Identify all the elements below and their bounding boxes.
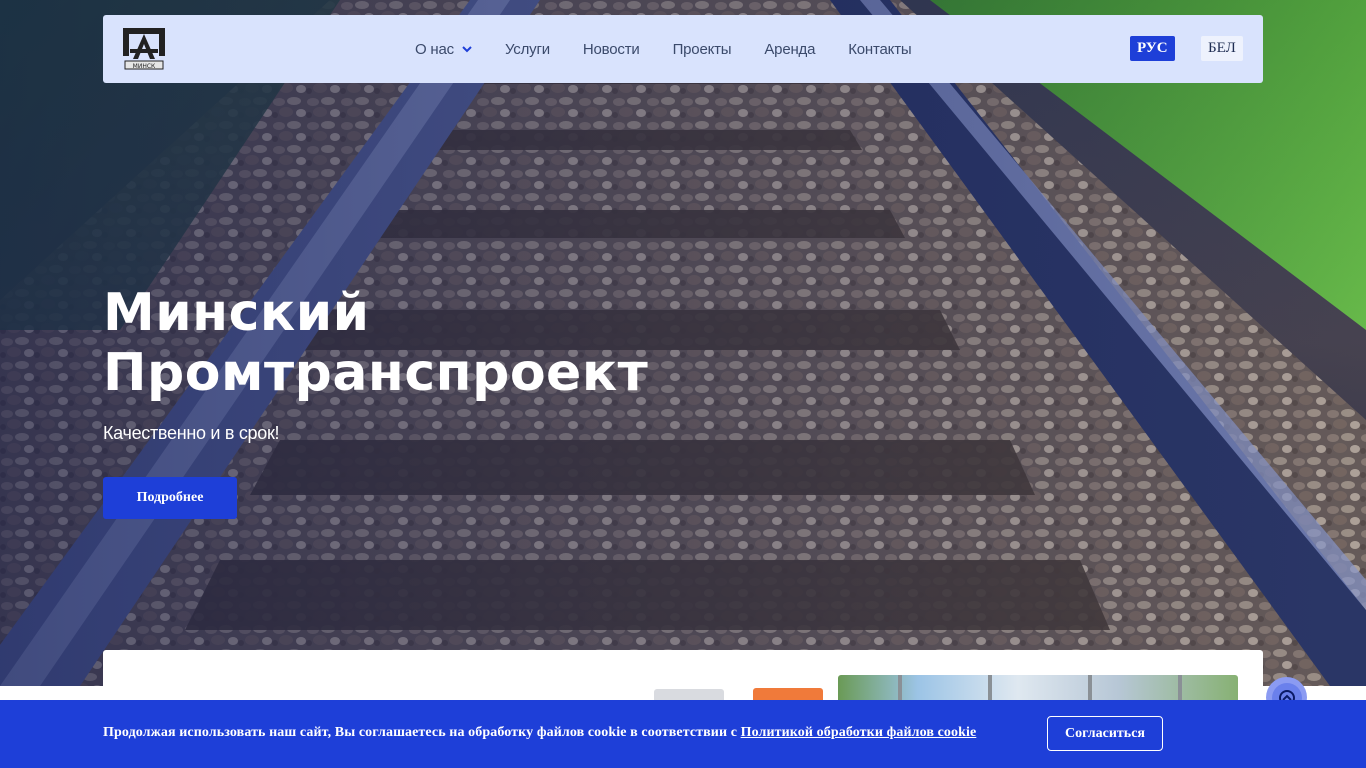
lang-by-button[interactable]: БЕЛ xyxy=(1201,36,1243,61)
nav-item-label: Услуги xyxy=(504,40,550,58)
hero-title-line2: Промтранспроект xyxy=(103,343,649,403)
nav-item-rent[interactable]: Аренда xyxy=(764,41,815,58)
nav-item-label: О нас xyxy=(415,40,454,58)
nav-item-label: Контакты xyxy=(848,40,912,58)
chevron-down-icon xyxy=(462,46,472,53)
nav-item-label: Проекты xyxy=(672,40,732,58)
nav-item-contacts[interactable]: Контакты xyxy=(848,41,911,58)
hero-title-line1: Минский xyxy=(103,283,370,343)
nav-item-about[interactable]: О нас xyxy=(415,41,472,58)
cookie-policy-link[interactable]: Политикой обработки файлов cookie xyxy=(741,725,977,740)
minsk-logo-icon[interactable]: МИНСК xyxy=(121,25,167,73)
nav-item-services[interactable]: Услуги xyxy=(505,41,550,58)
cookie-text: Продолжая использовать наш сайт, Вы согл… xyxy=(103,725,976,741)
hero-title: Минский Промтранспроект xyxy=(103,283,803,403)
nav-item-label: Новости xyxy=(582,40,640,58)
hero-subtitle: Качественно и в срок! xyxy=(103,423,280,443)
cookie-accept-button[interactable]: Согласиться xyxy=(1047,716,1163,751)
nav-item-news[interactable]: Новости xyxy=(583,41,640,58)
more-button[interactable]: Подробнее xyxy=(103,477,237,519)
navbar: МИНСК О нас Услуги Новости Проекты Аренд… xyxy=(103,15,1263,83)
nav-item-projects[interactable]: Проекты xyxy=(673,41,732,58)
cookie-message: Продолжая использовать наш сайт, Вы согл… xyxy=(103,725,741,740)
lang-ru-button[interactable]: РУС xyxy=(1130,36,1175,61)
cookie-banner: Продолжая использовать наш сайт, Вы согл… xyxy=(0,700,1366,768)
main-menu: О нас Услуги Новости Проекты Аренда Конт… xyxy=(415,15,944,83)
nav-item-label: Аренда xyxy=(764,40,816,58)
logo-text: МИНСК xyxy=(133,63,156,70)
